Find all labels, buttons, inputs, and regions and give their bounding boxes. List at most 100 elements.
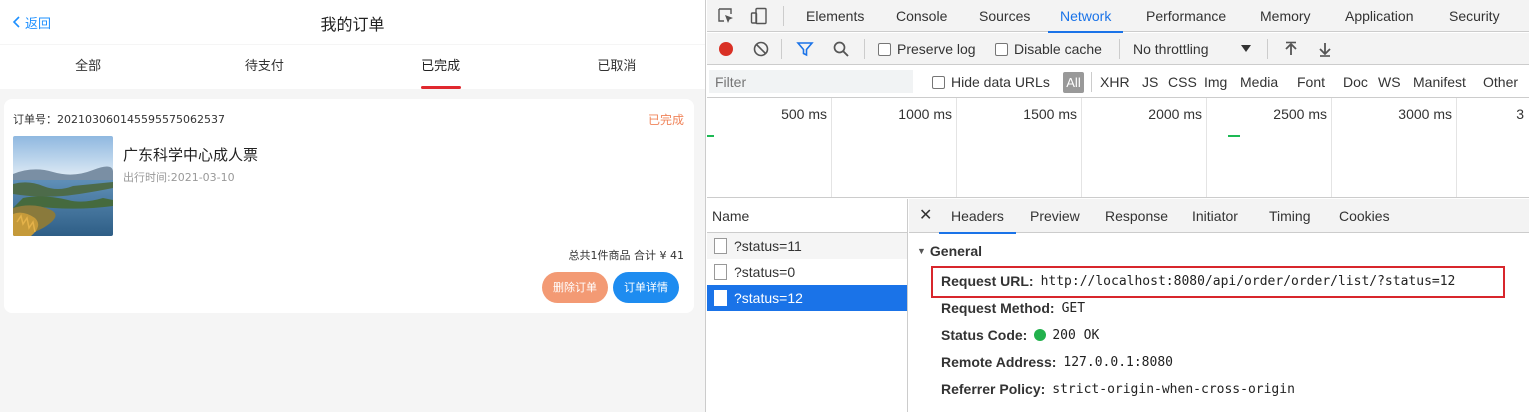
- network-toolbar: Preserve log Disable cache No throttling: [707, 33, 1529, 65]
- request-detail-panel: ✕ Headers Preview Response Initiator Tim…: [909, 199, 1529, 412]
- timeline-label: 3: [1516, 106, 1524, 122]
- remote-address-row: Remote Address: 127.0.0.1:8080: [941, 354, 1173, 370]
- tab-console[interactable]: Console: [896, 0, 947, 32]
- tab-network[interactable]: Network: [1047, 0, 1124, 33]
- export-har-icon[interactable]: [1315, 39, 1335, 59]
- referrer-policy-label: Referrer Policy:: [941, 381, 1046, 397]
- referrer-policy-row: Referrer Policy: strict-origin-when-cros…: [941, 381, 1295, 397]
- tab-security[interactable]: Security: [1449, 0, 1500, 32]
- toolbar-divider: [1119, 39, 1120, 59]
- network-timeline[interactable]: 500 ms 1000 ms 1500 ms 2000 ms 2500 ms 3…: [707, 98, 1529, 198]
- timeline-request-bar: [707, 135, 714, 137]
- device-toolbar-icon[interactable]: [749, 6, 769, 26]
- type-filter-img[interactable]: Img: [1204, 66, 1227, 98]
- timeline-label: 2000 ms: [1148, 106, 1202, 122]
- devtools-panel: Elements Console Sources Network Perform…: [707, 0, 1529, 412]
- checkbox-icon: [932, 75, 945, 89]
- timeline-gridline: [1331, 98, 1332, 197]
- type-filter-font[interactable]: Font: [1297, 66, 1325, 98]
- tab-completed[interactable]: 已完成: [353, 45, 529, 89]
- tab-application[interactable]: Application: [1345, 0, 1414, 32]
- type-filter-xhr[interactable]: XHR: [1100, 66, 1130, 98]
- type-filter-ws[interactable]: WS: [1378, 66, 1401, 98]
- document-icon: [714, 264, 727, 280]
- tab-performance[interactable]: Performance: [1146, 0, 1226, 32]
- request-list: Name ?status=11 ?status=0 ?status=12: [707, 199, 908, 412]
- disable-cache-checkbox[interactable]: Disable cache: [995, 33, 1102, 65]
- import-har-icon[interactable]: [1281, 39, 1301, 59]
- tab-headers[interactable]: Headers: [939, 199, 1016, 234]
- tab-pending-payment[interactable]: 待支付: [176, 45, 352, 89]
- preserve-log-checkbox[interactable]: Preserve log: [878, 33, 976, 65]
- tab-sources[interactable]: Sources: [979, 0, 1030, 32]
- toolbar-divider: [781, 39, 782, 59]
- tab-timing[interactable]: Timing: [1269, 199, 1311, 233]
- close-icon[interactable]: ✕: [919, 205, 932, 225]
- tab-initiator[interactable]: Initiator: [1192, 199, 1238, 233]
- request-url-value: http://localhost:8080/api/order/order/li…: [1040, 273, 1456, 289]
- status-code-row: Status Code: 200 OK: [941, 327, 1099, 343]
- timeline-gridline: [831, 98, 832, 197]
- throttling-select[interactable]: No throttling: [1133, 33, 1253, 65]
- type-filter-doc[interactable]: Doc: [1343, 66, 1368, 98]
- filter-icon[interactable]: [795, 39, 815, 59]
- request-name: ?status=12: [734, 290, 803, 306]
- search-icon[interactable]: [831, 39, 851, 59]
- timeline-gridline: [1081, 98, 1082, 197]
- tab-cookies[interactable]: Cookies: [1339, 199, 1390, 233]
- triangle-down-icon: ▼: [917, 246, 926, 256]
- request-method-label: Request Method:: [941, 300, 1055, 316]
- remote-address-label: Remote Address:: [941, 354, 1057, 370]
- clear-icon[interactable]: [751, 39, 771, 59]
- mobile-header: 返回 我的订单: [0, 0, 705, 44]
- toolbar-divider: [1091, 72, 1092, 92]
- timeline-gridline: [956, 98, 957, 197]
- timeline-label: 500 ms: [781, 106, 827, 122]
- tab-elements[interactable]: Elements: [806, 0, 864, 32]
- type-filter-js[interactable]: JS: [1142, 66, 1158, 98]
- tab-all[interactable]: 全部: [0, 45, 176, 89]
- order-detail-button[interactable]: 订单详情: [613, 272, 679, 303]
- tab-response[interactable]: Response: [1105, 199, 1168, 233]
- type-filter-all[interactable]: All: [1063, 72, 1084, 93]
- tab-cancelled[interactable]: 已取消: [529, 45, 705, 89]
- order-number: 订单号：20210306014559557506253​7: [13, 113, 225, 126]
- request-row-selected[interactable]: ?status=12: [707, 285, 907, 311]
- product-name: 广东科学中心成人票: [123, 146, 259, 164]
- type-filter-other[interactable]: Other: [1483, 66, 1518, 98]
- filter-input[interactable]: [709, 70, 913, 93]
- filter-bar: Hide data URLs All XHR JS CSS Img Media …: [707, 66, 1529, 98]
- request-row[interactable]: ?status=0: [707, 259, 907, 285]
- request-row[interactable]: ?status=11: [707, 233, 907, 259]
- mobile-order-page: 返回 我的订单 全部 待支付 已完成 已取消 订单号：2021030601455…: [0, 0, 706, 412]
- product-thumbnail[interactable]: [13, 136, 113, 236]
- inspect-element-icon[interactable]: [716, 6, 736, 26]
- tab-memory[interactable]: Memory: [1260, 0, 1311, 32]
- type-filter-manifest[interactable]: Manifest: [1413, 66, 1466, 98]
- type-filter-css[interactable]: CSS: [1168, 66, 1197, 98]
- order-total: 总共1件商品 合计 ¥ 41: [568, 249, 684, 262]
- document-icon: [714, 290, 727, 306]
- delete-order-button[interactable]: 删除订单: [542, 272, 608, 303]
- order-status-badge: 已完成: [647, 113, 684, 127]
- request-url-label: Request URL:: [941, 273, 1034, 289]
- timeline-label: 1500 ms: [1023, 106, 1077, 122]
- toolbar-divider: [864, 39, 865, 59]
- general-heading: General: [929, 243, 983, 259]
- general-section-toggle[interactable]: ▼ General: [917, 243, 982, 259]
- referrer-policy-value: strict-origin-when-cross-origin: [1052, 381, 1295, 397]
- hide-data-urls-checkbox[interactable]: Hide data URLs: [932, 66, 1050, 98]
- page-title: 我的订单: [320, 15, 385, 34]
- type-filter-media[interactable]: Media: [1240, 66, 1278, 98]
- travel-date: 出行时间:2021-03-10: [123, 171, 235, 184]
- toolbar-divider: [783, 6, 784, 26]
- request-method-row: Request Method: GET: [941, 300, 1085, 316]
- order-status-tabs: 全部 待支付 已完成 已取消: [0, 45, 705, 89]
- request-name: ?status=11: [734, 238, 802, 254]
- request-name: ?status=0: [734, 264, 796, 280]
- name-column-header[interactable]: Name: [707, 199, 907, 233]
- hide-data-urls-label: Hide data URLs: [951, 74, 1050, 90]
- tab-preview[interactable]: Preview: [1030, 199, 1080, 233]
- order-card: 订单号：20210306014559557506253​7 已完成: [4, 99, 694, 313]
- record-icon[interactable]: [716, 39, 736, 59]
